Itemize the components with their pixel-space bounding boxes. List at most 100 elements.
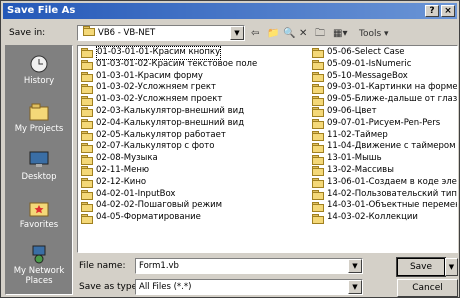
chevron-down-icon[interactable]: ▼ [348, 280, 362, 294]
file-item[interactable]: 14-02-Пользовательский тип дан [310, 189, 457, 201]
file-column-1: 01-03-01-01-Красим кнопку 01-03-01-02-Кра… [79, 46, 307, 224]
file-item[interactable]: 14-03-01-Объектные переменные [310, 200, 457, 212]
file-item[interactable]: 11-04-Движение с таймером [310, 141, 457, 153]
file-item[interactable]: 04-05-Форматирование [79, 212, 307, 224]
file-item[interactable]: 02-07-Калькулятор с фото [79, 141, 307, 153]
file-item-label: 04-02-02-Пошаговый режим [96, 200, 223, 211]
file-item[interactable]: 09-03-01-Картинки на форме и эл [310, 82, 458, 94]
folder-icon [312, 119, 324, 130]
help-button[interactable]: ? [425, 5, 439, 17]
file-item-label: 02-04-Калькулятор-внешний вид [96, 117, 245, 128]
network-icon [32, 245, 46, 264]
save-file-dialog: Save File As ? × Save in: VB6 - VB-NET ▼… [0, 0, 460, 298]
file-item[interactable]: 09-05-Ближе-дальше от глаз [310, 94, 458, 106]
file-column-2: 05-06-Select Case 05-09-01-IsNumeric 05-10… [310, 47, 458, 224]
folder-icon [312, 178, 324, 189]
file-item[interactable]: 01-03-02-Усложняем грект [79, 82, 307, 94]
file-item-label: 01-03-01-01-Красим кнопку [96, 46, 222, 60]
file-name-label: File name: [79, 261, 126, 271]
file-item[interactable]: 02-11-Меню [79, 165, 307, 177]
place-history[interactable]: History [6, 54, 72, 86]
file-name-input[interactable]: Form1.vb ▼ [135, 258, 363, 274]
folder-icon [81, 48, 93, 59]
my-projects-icon [29, 103, 49, 121]
file-item[interactable]: 05-10-MessageBox [310, 71, 457, 83]
folder-icon [312, 154, 324, 165]
file-item[interactable]: 02-05-Калькулятор работает [79, 130, 307, 142]
cancel-button[interactable]: Cancel [397, 279, 458, 297]
file-item[interactable]: 01-03-01-01-Красим кнопку [79, 46, 307, 60]
folder-icon [312, 201, 324, 212]
file-item[interactable]: 09-06-Цвет [310, 106, 457, 118]
desktop-icon [29, 151, 49, 167]
file-item[interactable]: 05-06-Select Case [310, 47, 457, 59]
folder-icon [81, 95, 93, 106]
file-item-label: 05-06-Select Case [327, 47, 405, 57]
file-item-label: 04-02-01-InputBox [96, 188, 176, 199]
back-icon[interactable]: ⇦ [251, 27, 259, 41]
chevron-down-icon[interactable]: ▼ [348, 259, 362, 273]
file-item[interactable]: 01-03-01-02-Красим текстовое поле [79, 59, 307, 71]
save-in-label: Save in: [9, 28, 46, 38]
views-icon[interactable]: ▦▾ [333, 27, 347, 41]
file-item-label: 01-03-01-02-Красим текстовое поле [96, 58, 258, 69]
place-my-projects[interactable]: My Projects [6, 102, 72, 134]
file-list[interactable]: 01-03-01-01-Красим кнопку 01-03-01-02-Кра… [77, 45, 458, 253]
tools-menu[interactable]: Tools ▾ [359, 27, 389, 41]
file-item[interactable]: 14-03-02-Коллекции [310, 212, 457, 224]
folder-icon [81, 166, 93, 177]
file-item-label: 01-03-02-Усложняем грект [96, 82, 216, 93]
favorites-icon [29, 202, 49, 217]
file-item[interactable]: 09-07-01-Рисуем-Pen-Pers [310, 117, 457, 130]
file-item[interactable]: 13-02-Массивы [310, 165, 457, 177]
folder-icon [81, 213, 93, 224]
file-item-label: 01-03-01-Красим форму [96, 70, 203, 81]
file-item-label: 04-05-Форматирование [96, 212, 201, 223]
file-item-label: 11-04-Движение с таймером [327, 141, 456, 152]
save-as-type-select[interactable]: All Files (*.*) ▼ [135, 279, 363, 295]
save-options-chevron-down-icon[interactable]: ▼ [445, 258, 458, 276]
folder-icon [312, 189, 324, 200]
folder-icon [312, 213, 324, 224]
save-as-type-label: Save as type: [79, 282, 141, 292]
new-folder-icon[interactable]: 🗀 [315, 27, 325, 41]
file-item[interactable]: 01-03-02-Усложняем проект [79, 94, 307, 106]
folder-icon [81, 60, 93, 71]
folder-icon [81, 142, 93, 153]
file-item[interactable]: 02-04-Калькулятор-внешний вид [79, 118, 307, 130]
close-button[interactable]: × [441, 5, 455, 17]
search-web-icon[interactable]: 🔍 [283, 27, 295, 41]
chevron-down-icon[interactable]: ▼ [230, 26, 244, 40]
place-network[interactable]: My Network Places [6, 244, 72, 286]
file-item-label: 13-06-01-Создаем в коде элемен [327, 176, 457, 187]
folder-icon [81, 83, 93, 94]
delete-icon[interactable]: ✕ [299, 27, 307, 41]
folder-icon [81, 178, 93, 189]
folder-icon [81, 189, 93, 200]
file-item[interactable]: 04-02-02-Пошаговый режим [79, 200, 307, 212]
file-item[interactable]: 05-09-01-IsNumeric [310, 59, 457, 71]
save-in-combo[interactable]: VB6 - VB-NET ▼ [77, 25, 245, 41]
place-favorites[interactable]: Favorites [6, 198, 72, 230]
file-item[interactable]: 13-01-Мышь [310, 153, 457, 165]
file-item[interactable]: 01-03-01-Красим форму [79, 71, 307, 83]
file-item[interactable]: 13-06-01-Создаем в коде элемен [310, 176, 457, 189]
file-item[interactable]: 02-08-Музыка [79, 153, 307, 165]
place-desktop[interactable]: Desktop [6, 150, 72, 182]
folder-icon [312, 166, 324, 177]
dialog-title: Save File As [7, 5, 76, 16]
file-item[interactable]: 02-12-Кино [79, 177, 307, 189]
file-item[interactable]: 04-02-01-InputBox [79, 189, 307, 201]
file-item-label: 09-03-01-Картинки на форме и эл [327, 82, 458, 93]
save-in-value: VB6 - VB-NET [98, 28, 156, 38]
history-icon [30, 55, 48, 73]
file-item[interactable]: 02-03-Калькулятор-внешний вид [79, 106, 307, 118]
file-item-label: 09-07-01-Рисуем-Pen-Pers [327, 117, 441, 128]
save-button[interactable]: Save [396, 257, 446, 277]
file-item-label: 09-05-Ближе-дальше от глаз [327, 94, 458, 105]
folder-icon [312, 48, 324, 59]
file-item-label: 02-05-Калькулятор работает [96, 129, 226, 140]
file-item[interactable]: 11-02-Таймер [310, 130, 457, 142]
folder-icon [81, 119, 93, 130]
up-folder-icon[interactable]: 📁 [267, 27, 279, 41]
